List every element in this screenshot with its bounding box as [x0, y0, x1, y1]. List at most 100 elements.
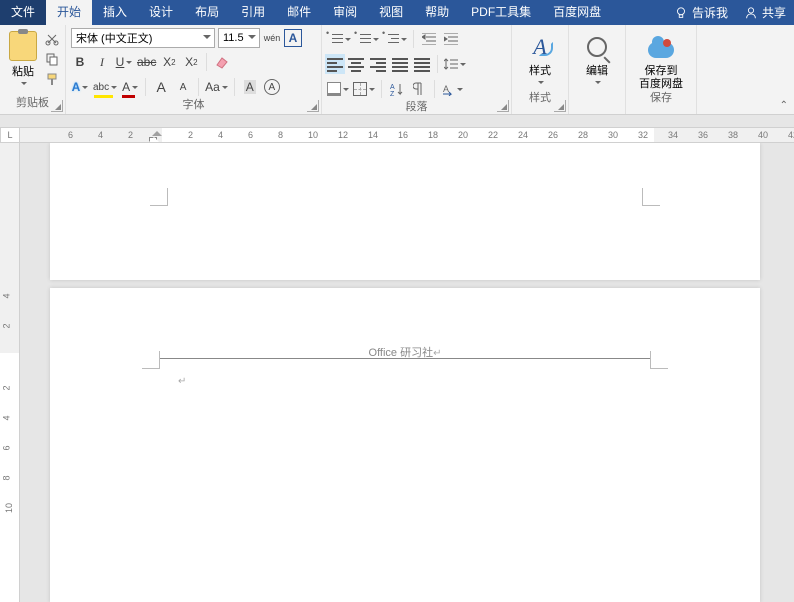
dialog-launcher-paragraph[interactable]	[497, 100, 509, 112]
tab-home[interactable]: 开始	[46, 0, 92, 25]
paste-button[interactable]: 粘贴	[5, 28, 41, 96]
numbering-button[interactable]	[355, 29, 379, 49]
font-color-button[interactable]: A	[121, 77, 139, 97]
character-border-button[interactable]: A	[284, 28, 302, 48]
copy-button[interactable]	[44, 51, 60, 67]
tell-me-button[interactable]: 告诉我	[666, 0, 736, 25]
underline-button[interactable]: U	[115, 52, 133, 72]
increase-indent-button[interactable]	[442, 29, 460, 49]
tab-mailings[interactable]: 邮件	[276, 0, 322, 25]
tab-baidu-netdisk[interactable]: 百度网盘	[542, 0, 612, 25]
collapse-ribbon-button[interactable]: ⌃	[780, 100, 788, 111]
tab-design[interactable]: 设计	[138, 0, 184, 25]
ruler-tick: 2	[2, 323, 12, 328]
decrease-indent-button[interactable]	[420, 29, 438, 49]
styles-button[interactable]: A 样式	[517, 28, 563, 91]
shrink-font-button[interactable]: A	[174, 77, 192, 97]
numbering-icon	[355, 32, 371, 46]
tab-review[interactable]: 审阅	[322, 0, 368, 25]
hanging-indent-marker[interactable]	[149, 137, 157, 142]
ruler-tick: 4	[2, 415, 12, 420]
align-distributed-button[interactable]	[413, 54, 431, 74]
ruler-tick: 2	[2, 385, 12, 390]
svg-text:A: A	[443, 84, 449, 94]
bold-button[interactable]: B	[71, 52, 89, 72]
tab-help[interactable]: 帮助	[414, 0, 460, 25]
svg-text:Z: Z	[390, 91, 395, 96]
borders-button[interactable]	[353, 79, 375, 99]
strikethrough-button[interactable]: abc	[137, 52, 156, 72]
align-right-button[interactable]	[369, 54, 387, 74]
tab-pdf-tools[interactable]: PDF工具集	[460, 0, 542, 25]
clear-formatting-button[interactable]	[213, 52, 231, 72]
line-spacing-button[interactable]	[444, 54, 466, 74]
change-case-button[interactable]: Aa	[205, 77, 228, 97]
group-save: 保存到百度网盘 保存	[626, 25, 697, 114]
share-button[interactable]: 共享	[736, 0, 794, 25]
align-center-button[interactable]	[347, 54, 365, 74]
pilcrow-icon	[413, 82, 425, 96]
tab-layout[interactable]: 布局	[184, 0, 230, 25]
ruler-tick: 38	[728, 130, 738, 140]
margin-corner-mark	[642, 188, 660, 206]
copy-icon	[45, 52, 59, 66]
enclose-characters-button[interactable]: A	[263, 77, 281, 97]
grow-font-button[interactable]: A	[152, 77, 170, 97]
multilevel-list-button[interactable]	[383, 29, 407, 49]
dialog-launcher-font[interactable]	[307, 100, 319, 112]
cut-button[interactable]	[44, 31, 60, 47]
sort-button[interactable]: AZ	[388, 79, 406, 99]
indent-icon	[444, 33, 458, 45]
tab-insert[interactable]: 插入	[92, 0, 138, 25]
align-center-icon	[348, 57, 364, 71]
vertical-ruler[interactable]: 42246810	[0, 143, 20, 602]
bullets-button[interactable]	[327, 29, 351, 49]
character-shading-button[interactable]: A	[241, 77, 259, 97]
horizontal-ruler[interactable]: 6422468101214161820222426283032343638404…	[20, 127, 794, 143]
show-marks-button[interactable]	[410, 79, 428, 99]
chevron-down-icon	[21, 82, 27, 88]
scissors-icon	[45, 32, 59, 46]
align-justify-button[interactable]	[391, 54, 409, 74]
dialog-launcher-clipboard[interactable]	[51, 100, 63, 112]
chevron-down-icon	[203, 35, 211, 43]
chevron-down-icon	[126, 61, 132, 67]
ruler-tick: 24	[518, 130, 528, 140]
ruler-tick: 14	[368, 130, 378, 140]
chevron-down-icon	[460, 63, 466, 69]
phonetic-guide-button[interactable]: wén	[263, 28, 281, 48]
tab-file[interactable]: 文件	[0, 0, 46, 25]
chevron-down-icon	[373, 38, 379, 44]
tell-me-label: 告诉我	[692, 4, 728, 21]
align-left-button[interactable]	[325, 54, 345, 74]
margin-corner-mark	[650, 351, 668, 369]
editing-button[interactable]: 编辑	[574, 28, 620, 91]
chevron-down-icon	[343, 88, 349, 94]
format-painter-button[interactable]	[44, 71, 60, 87]
shading-button[interactable]	[327, 79, 349, 99]
dialog-launcher-styles[interactable]	[554, 100, 566, 112]
align-justify-icon	[392, 57, 408, 71]
tab-references[interactable]: 引用	[230, 0, 276, 25]
font-size-combo[interactable]: 11.5	[218, 28, 260, 48]
subscript-button[interactable]: X2	[160, 52, 178, 72]
superscript-button[interactable]: X2	[182, 52, 200, 72]
ruler-tick: 32	[638, 130, 648, 140]
page-previous[interactable]	[50, 143, 760, 280]
chevron-down-icon	[82, 86, 88, 92]
tab-view[interactable]: 视图	[368, 0, 414, 25]
save-to-baidu-button[interactable]: 保存到百度网盘	[631, 28, 691, 91]
highlight-button[interactable]: abc	[93, 77, 117, 97]
italic-button[interactable]: I	[93, 52, 111, 72]
chevron-down-icon	[369, 88, 375, 94]
ruler-corner[interactable]: L	[0, 127, 20, 143]
font-name-combo[interactable]: 宋体 (中文正文)	[71, 28, 215, 48]
chevron-down-icon	[132, 86, 138, 92]
ruler-tick: 4	[2, 293, 12, 298]
asian-layout-button[interactable]: A	[441, 79, 463, 99]
svg-text:A: A	[390, 84, 395, 91]
text-effects-button[interactable]: A	[71, 77, 89, 97]
ruler-tick: 20	[458, 130, 468, 140]
page-current[interactable]: Office 研习社↵ ↵	[50, 288, 760, 602]
document-area[interactable]: Office 研习社↵ ↵	[20, 143, 794, 602]
